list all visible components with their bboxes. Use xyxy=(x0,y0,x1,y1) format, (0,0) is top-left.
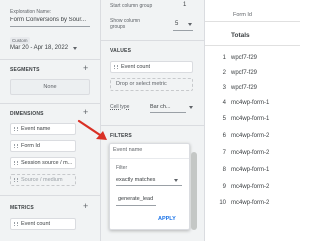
filter-expression-input[interactable]: generate_lead xyxy=(118,196,153,202)
row-value: mc4wp-form-2 xyxy=(231,150,270,156)
segments-drop-zone[interactable]: None xyxy=(10,79,90,95)
divider xyxy=(101,40,204,41)
row-value: mc4wp-form-1 xyxy=(231,100,270,106)
cell-type-chevron-icon[interactable] xyxy=(189,106,193,109)
start-column-group-label: Start column group xyxy=(110,3,153,9)
exploration-name-input[interactable]: Form Conversions by Sour... xyxy=(10,17,90,23)
dimension-chip-form-id[interactable]: Form Id xyxy=(10,140,76,152)
filter-label: Filter xyxy=(116,165,128,171)
table-row[interactable]: 9 mc4wp-form-2 xyxy=(205,180,300,195)
row-index: 2 xyxy=(222,70,226,76)
table-row[interactable]: 7 mc4wp-form-2 xyxy=(205,146,300,161)
row-index: 4 xyxy=(222,100,226,106)
divider xyxy=(205,45,300,46)
column-header-form-id[interactable]: Form Id xyxy=(233,12,252,18)
add-segment-plus-icon[interactable]: + xyxy=(83,64,88,73)
drag-handle-icon[interactable] xyxy=(14,144,18,148)
match-type-select[interactable]: exactly matches xyxy=(116,174,182,186)
divider xyxy=(110,158,189,159)
row-index: 3 xyxy=(222,85,226,91)
drag-handle-icon[interactable] xyxy=(14,222,18,226)
divider xyxy=(101,125,204,126)
row-value: mc4wp-form-2 xyxy=(231,200,270,206)
row-index: 5 xyxy=(222,116,226,122)
start-column-group-input[interactable]: 1 xyxy=(183,2,186,8)
segments-title: SEGMENTS xyxy=(10,67,40,73)
row-index: 10 xyxy=(219,200,226,206)
row-value: mc4wp-form-1 xyxy=(231,116,270,122)
totals-label: Totals xyxy=(231,32,250,39)
table-row[interactable]: 6 mc4wp-form-2 xyxy=(205,129,300,144)
drop-metric-zone[interactable]: Drop or select metric xyxy=(110,78,193,91)
divider xyxy=(0,195,100,196)
row-value: mc4wp-form-2 xyxy=(231,184,270,190)
row-value: wpcf7-f29 xyxy=(231,70,258,76)
show-column-groups-select[interactable]: 5 xyxy=(175,21,178,27)
annotation-arrow-icon xyxy=(77,119,107,140)
custom-badge: Custom xyxy=(10,37,30,44)
row-value: wpcf7-f29 xyxy=(231,55,258,61)
exploration-name-underline xyxy=(10,26,90,27)
add-dimension-plus-icon[interactable]: + xyxy=(83,108,88,117)
cell-type-select[interactable]: Bar ch... xyxy=(150,101,186,113)
drag-handle-icon[interactable] xyxy=(114,65,118,69)
row-index: 1 xyxy=(222,55,226,61)
table-row[interactable]: 2 wpcf7-f29 xyxy=(205,66,300,81)
settings-scrollbar[interactable] xyxy=(191,152,197,230)
metric-chip-event-count[interactable]: Event count xyxy=(10,218,76,230)
segments-none-label: None xyxy=(43,84,57,90)
table-row[interactable]: 4 mc4wp-form-1 xyxy=(205,96,300,111)
values-chip-event-count[interactable]: Event count xyxy=(110,61,193,73)
row-value: wpcf7-f29 xyxy=(231,85,258,91)
dimension-chip-session-source[interactable]: Session source / m... xyxy=(10,157,76,169)
divider xyxy=(0,59,100,60)
apply-button[interactable]: APPLY xyxy=(158,216,176,222)
date-range-chevron-icon[interactable] xyxy=(73,47,77,50)
expression-underline xyxy=(116,205,156,206)
cell-type-label: Cell type xyxy=(110,104,130,110)
filter-editor-card: Event name Filter exactly matches genera… xyxy=(109,143,190,230)
drag-handle-icon[interactable] xyxy=(14,127,18,131)
table-row[interactable]: 3 wpcf7-f29 xyxy=(205,81,300,96)
table-row[interactable]: 1 wpcf7-f29 xyxy=(205,51,300,66)
drag-handle-icon[interactable] xyxy=(14,161,18,165)
values-title: VALUES xyxy=(110,48,132,54)
add-metric-plus-icon[interactable]: + xyxy=(83,202,88,211)
row-index: 9 xyxy=(222,184,226,190)
table-row[interactable]: 5 mc4wp-form-1 xyxy=(205,112,300,127)
row-value: mc4wp-form-2 xyxy=(231,133,270,139)
divider xyxy=(0,103,100,104)
metrics-title: METRICS xyxy=(10,205,34,211)
show-column-groups-label: Show column groups xyxy=(110,18,141,30)
dimension-chip-source-medium-dragging[interactable]: Source / medium xyxy=(10,174,76,186)
table-row[interactable]: 10 mc4wp-form-2 xyxy=(205,196,300,211)
date-range-picker[interactable]: Mar 20 - Apr 18, 2022 xyxy=(10,45,68,51)
dimensions-title: DIMENSIONS xyxy=(10,111,44,117)
filter-dimension-label: Event name xyxy=(113,147,143,153)
row-value: mc4wp-form-1 xyxy=(231,167,270,173)
show-column-groups-chevron-icon[interactable] xyxy=(188,23,192,26)
drag-handle-icon[interactable] xyxy=(14,178,18,182)
row-index: 6 xyxy=(222,133,226,139)
select-underline xyxy=(173,30,193,31)
match-type-chevron-icon[interactable] xyxy=(174,179,178,182)
table-row[interactable]: 8 mc4wp-form-1 xyxy=(205,163,300,178)
exploration-name-label: Exploration Name: xyxy=(10,9,52,15)
row-index: 8 xyxy=(222,167,226,173)
row-index: 7 xyxy=(222,150,226,156)
table-header: Form Id xyxy=(205,0,300,22)
dimension-chip-event-name[interactable]: Event name xyxy=(10,123,76,135)
filters-title: FILTERS xyxy=(110,133,132,139)
